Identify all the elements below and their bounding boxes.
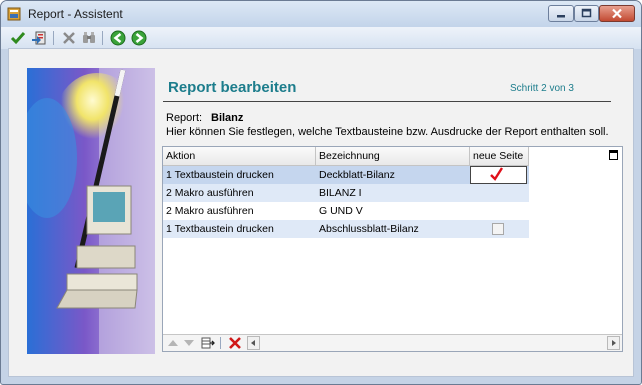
cell-bezeichnung: Abschlussblatt-Bilanz [319, 223, 419, 235]
export-icon [32, 31, 46, 45]
forward-arrow-icon [131, 30, 147, 46]
neue-seite-checkbox[interactable] [492, 223, 504, 235]
move-up-icon[interactable] [167, 337, 179, 349]
cell-aktion: 2 Makro ausführen [166, 187, 254, 199]
minimize-icon [557, 15, 565, 18]
column-header-bezeichnung[interactable]: Bezeichnung [316, 147, 470, 166]
column-chooser-icon[interactable] [606, 147, 622, 166]
ok-button[interactable] [9, 29, 27, 47]
scroll-right-button[interactable] [607, 336, 620, 350]
toolbar-separator [53, 31, 54, 45]
toolbar-separator [102, 31, 103, 45]
maximize-icon [581, 8, 592, 18]
column-header-aktion[interactable]: Aktion [163, 147, 316, 166]
insert-row-icon[interactable] [201, 337, 215, 349]
report-name: Bilanz [211, 112, 244, 124]
table-row[interactable]: 2 Makro ausführen G UND V [163, 202, 529, 220]
cell-bezeichnung: G UND V [319, 205, 363, 217]
heading-divider [163, 101, 611, 102]
scroll-left-icon [251, 340, 255, 346]
page-title: Report bearbeiten [168, 79, 297, 96]
maximize-button[interactable] [574, 5, 599, 22]
close-button[interactable] [599, 5, 635, 22]
cell-bezeichnung: Deckblatt-Bilanz [319, 169, 395, 181]
back-arrow-icon [110, 30, 126, 46]
close-icon [612, 8, 622, 19]
column-header-neue-seite[interactable]: neue Seite [470, 147, 529, 166]
cell-bezeichnung: BILANZ I [319, 187, 362, 199]
search-button[interactable] [80, 29, 98, 47]
scroll-left-button[interactable] [247, 336, 260, 350]
table-row[interactable]: 1 Textbaustein drucken Abschlussblatt-Bi… [163, 220, 529, 238]
wizard-window: Report - Assistent Report bearbeiten Sch… [0, 0, 642, 385]
scroll-right-icon [612, 340, 616, 346]
wizard-illustration [27, 68, 155, 354]
instruction-text: Hier können Sie festlegen, welche Textba… [166, 126, 609, 138]
window-title: Report - Assistent [28, 7, 123, 21]
cell-aktion: 2 Makro ausführen [166, 205, 254, 217]
cell-aktion: 1 Textbaustein drucken [166, 223, 274, 235]
toolbar-separator [220, 337, 221, 349]
binoculars-icon [83, 32, 95, 43]
cell-aktion: 1 Textbaustein drucken [166, 169, 274, 181]
move-down-icon[interactable] [183, 337, 195, 349]
check-icon [10, 32, 26, 45]
toolbar [1, 27, 641, 49]
back-button[interactable] [109, 29, 127, 47]
cancel-x-icon [63, 32, 75, 44]
grid-navigation-bar [163, 334, 622, 351]
title-bar[interactable]: Report - Assistent [1, 1, 641, 27]
step-indicator: Schritt 2 von 3 [510, 83, 574, 94]
cancel-button[interactable] [60, 29, 78, 47]
report-label: Report: [166, 112, 203, 124]
table-row[interactable]: 1 Textbaustein drucken Deckblatt-Bilanz [163, 166, 529, 184]
delete-row-icon[interactable] [229, 337, 241, 349]
red-check-icon [490, 167, 504, 181]
app-icon [7, 7, 21, 21]
forward-button[interactable] [130, 29, 148, 47]
export-button[interactable] [30, 29, 48, 47]
minimize-button[interactable] [548, 5, 574, 22]
table-row[interactable]: 2 Makro ausführen BILANZ I [163, 184, 529, 202]
report-items-grid[interactable]: Aktion Bezeichnung neue Seite 1 Textbaus… [162, 146, 623, 352]
neue-seite-checkbox[interactable] [470, 166, 527, 184]
